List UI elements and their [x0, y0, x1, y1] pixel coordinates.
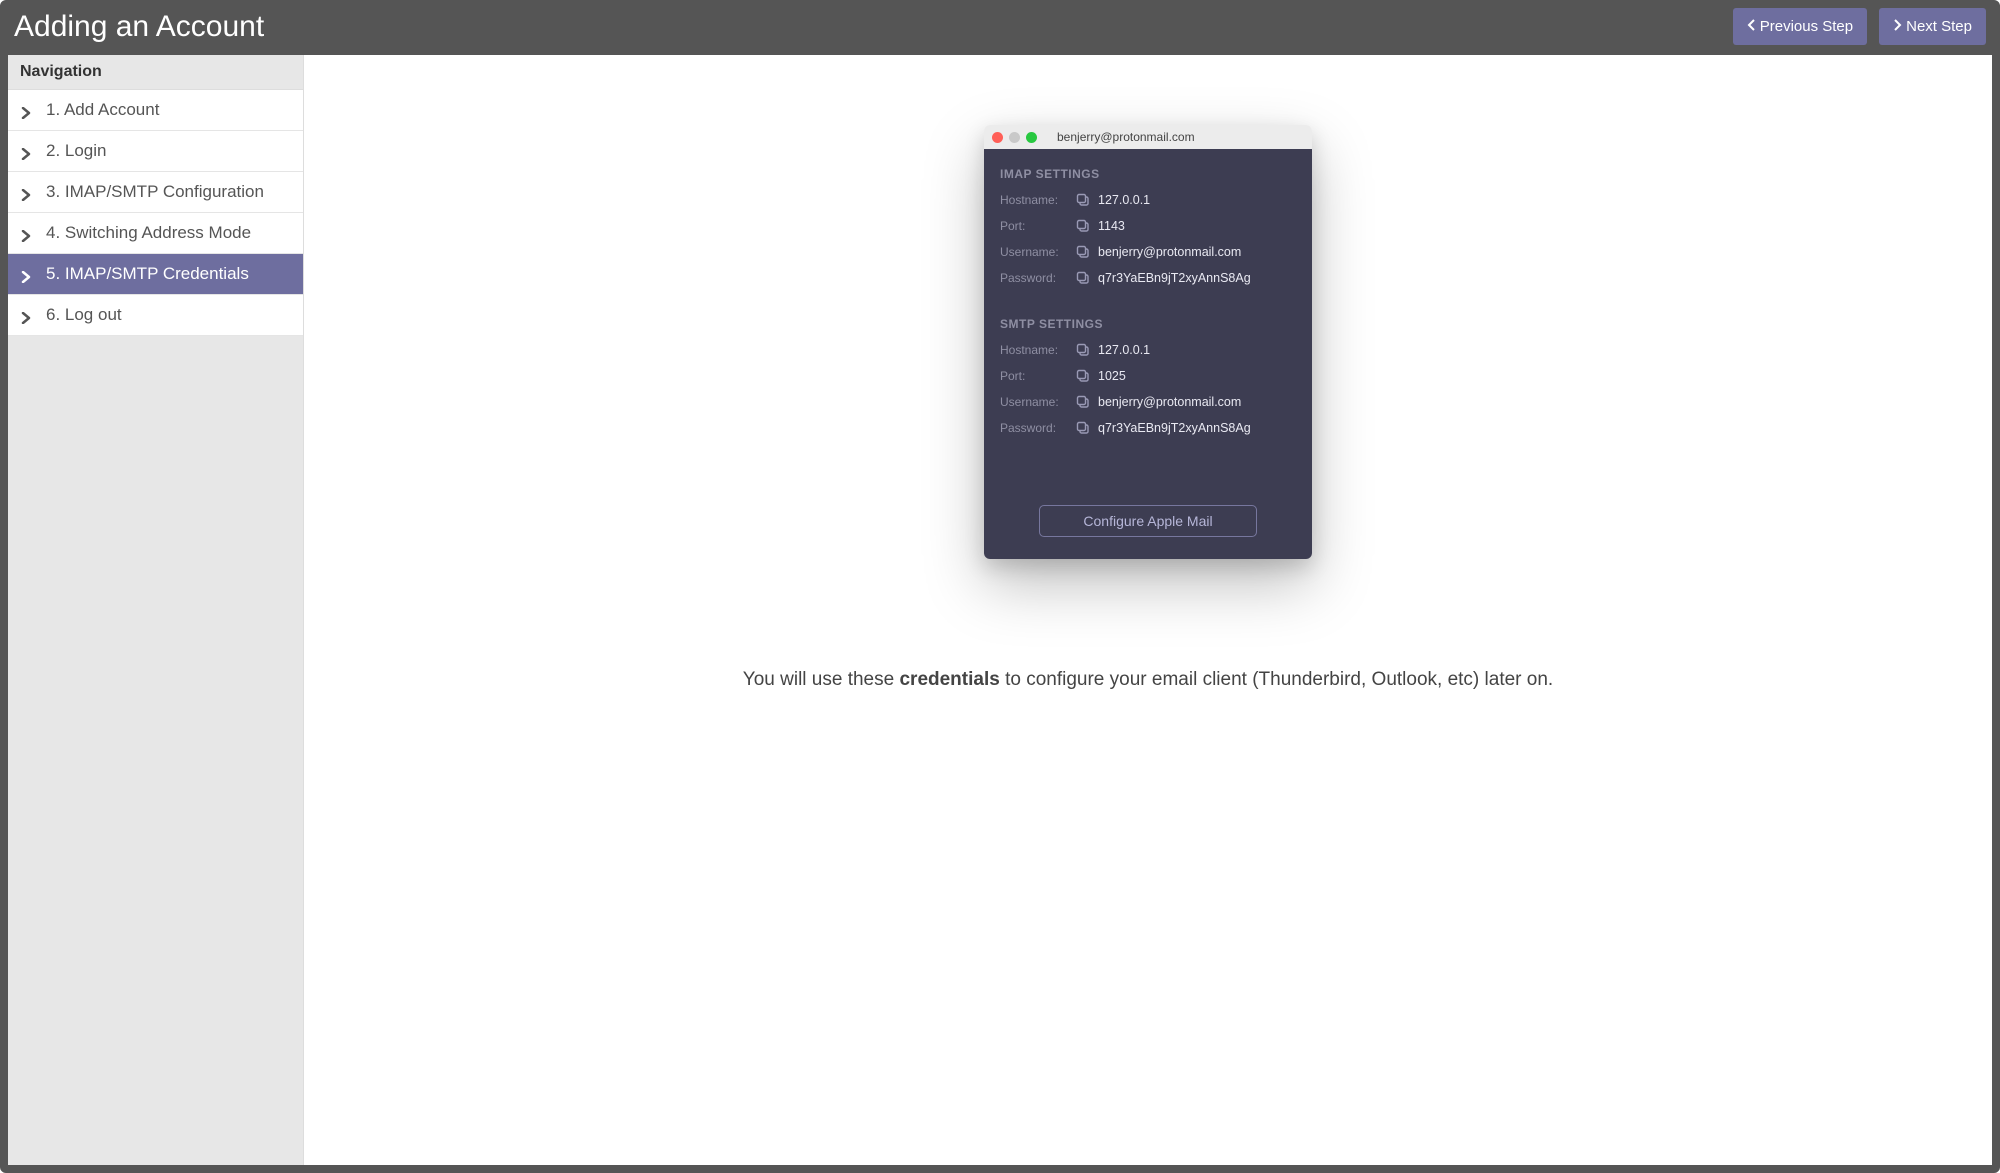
caption-bold: credentials — [899, 669, 999, 690]
copy-icon[interactable] — [1076, 421, 1090, 435]
row-label: Port: — [1000, 369, 1068, 383]
caption-post: to configure your email client (Thunderb… — [1000, 669, 1553, 690]
nav-item-imap-smtp-credentials[interactable]: 5. IMAP/SMTP Credentials — [8, 254, 303, 295]
chevron-left-icon — [1747, 18, 1756, 35]
header-bar: Adding an Account Previous Step Next Ste… — [8, 8, 1992, 55]
titlebar: benjerry@protonmail.com — [984, 125, 1312, 149]
header-buttons: Previous Step Next Step — [1733, 8, 1986, 45]
chevron-right-icon — [20, 227, 32, 239]
nav-item-add-account[interactable]: 1. Add Account — [8, 90, 303, 131]
page-title: Adding an Account — [14, 10, 264, 44]
copy-icon[interactable] — [1076, 245, 1090, 259]
chevron-right-icon — [20, 186, 32, 198]
smtp-hostname-row: Hostname: 127.0.0.1 — [1000, 343, 1296, 357]
smtp-heading: SMTP SETTINGS — [1000, 317, 1296, 331]
chevron-right-icon — [20, 104, 32, 116]
copy-icon[interactable] — [1076, 343, 1090, 357]
imap-port-value: 1143 — [1098, 219, 1125, 233]
next-step-label: Next Step — [1906, 18, 1972, 35]
nav-item-label: 4. Switching Address Mode — [46, 223, 251, 243]
traffic-light-minimize-icon — [1009, 132, 1020, 143]
content-area: benjerry@protonmail.com IMAP SETTINGS Ho… — [304, 55, 1992, 1165]
nav-item-switching-address-mode[interactable]: 4. Switching Address Mode — [8, 213, 303, 254]
chevron-right-icon — [20, 309, 32, 321]
next-step-button[interactable]: Next Step — [1879, 8, 1986, 45]
page-frame: Adding an Account Previous Step Next Ste… — [0, 0, 2000, 1173]
nav-item-imap-smtp-config[interactable]: 3. IMAP/SMTP Configuration — [8, 172, 303, 213]
copy-icon[interactable] — [1076, 193, 1090, 207]
nav-item-label: 5. IMAP/SMTP Credentials — [46, 264, 249, 284]
copy-icon[interactable] — [1076, 369, 1090, 383]
traffic-light-close-icon — [992, 132, 1003, 143]
imap-hostname-value: 127.0.0.1 — [1098, 193, 1150, 207]
imap-hostname-row: Hostname: 127.0.0.1 — [1000, 193, 1296, 207]
smtp-username-row: Username: benjerry@protonmail.com — [1000, 395, 1296, 409]
caption-pre: You will use these — [743, 669, 900, 690]
nav-item-label: 6. Log out — [46, 305, 122, 325]
imap-password-value: q7r3YaEBn9jT2xyAnnS8Ag — [1098, 271, 1251, 285]
copy-icon[interactable] — [1076, 395, 1090, 409]
smtp-password-row: Password: q7r3YaEBn9jT2xyAnnS8Ag — [1000, 421, 1296, 435]
row-label: Hostname: — [1000, 343, 1068, 357]
nav-item-logout[interactable]: 6. Log out — [8, 295, 303, 336]
nav-item-login[interactable]: 2. Login — [8, 131, 303, 172]
copy-icon[interactable] — [1076, 219, 1090, 233]
window-title: benjerry@protonmail.com — [1057, 130, 1195, 144]
sidebar: Navigation 1. Add Account 2. Login 3. IM… — [8, 55, 304, 1165]
row-label: Port: — [1000, 219, 1068, 233]
imap-username-row: Username: benjerry@protonmail.com — [1000, 245, 1296, 259]
body-area: Navigation 1. Add Account 2. Login 3. IM… — [8, 55, 1992, 1165]
sidebar-title: Navigation — [8, 55, 303, 90]
imap-username-value: benjerry@protonmail.com — [1098, 245, 1241, 259]
imap-port-row: Port: 1143 — [1000, 219, 1296, 233]
nav-item-label: 2. Login — [46, 141, 107, 161]
traffic-light-zoom-icon — [1026, 132, 1037, 143]
smtp-port-value: 1025 — [1098, 369, 1126, 383]
chevron-right-icon — [20, 268, 32, 280]
row-label: Hostname: — [1000, 193, 1068, 207]
row-label: Password: — [1000, 271, 1068, 285]
app-body: IMAP SETTINGS Hostname: 127.0.0.1 Port: — [984, 149, 1312, 559]
nav-item-label: 3. IMAP/SMTP Configuration — [46, 182, 264, 202]
caption-text: You will use these credentials to config… — [743, 669, 1553, 691]
smtp-hostname-value: 127.0.0.1 — [1098, 343, 1150, 357]
chevron-right-icon — [20, 145, 32, 157]
imap-password-row: Password: q7r3YaEBn9jT2xyAnnS8Ag — [1000, 271, 1296, 285]
smtp-port-row: Port: 1025 — [1000, 369, 1296, 383]
app-window: benjerry@protonmail.com IMAP SETTINGS Ho… — [984, 125, 1312, 559]
previous-step-button[interactable]: Previous Step — [1733, 8, 1867, 45]
nav-item-label: 1. Add Account — [46, 100, 159, 120]
configure-apple-mail-button[interactable]: Configure Apple Mail — [1039, 505, 1257, 537]
smtp-username-value: benjerry@protonmail.com — [1098, 395, 1241, 409]
row-label: Username: — [1000, 245, 1068, 259]
previous-step-label: Previous Step — [1760, 18, 1853, 35]
copy-icon[interactable] — [1076, 271, 1090, 285]
row-label: Username: — [1000, 395, 1068, 409]
chevron-right-icon — [1893, 18, 1902, 35]
smtp-password-value: q7r3YaEBn9jT2xyAnnS8Ag — [1098, 421, 1251, 435]
imap-heading: IMAP SETTINGS — [1000, 167, 1296, 181]
row-label: Password: — [1000, 421, 1068, 435]
